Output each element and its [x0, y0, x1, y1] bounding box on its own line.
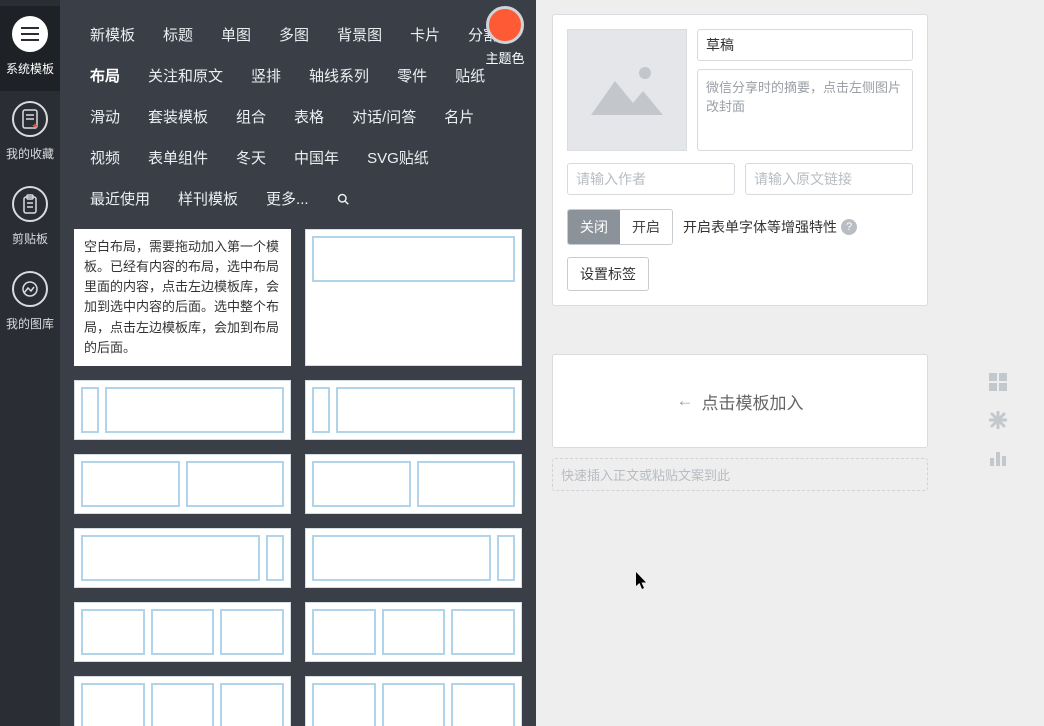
menu-item-4[interactable]: 背景图: [323, 14, 396, 55]
enhance-toggle[interactable]: 关闭 开启: [567, 209, 673, 245]
layout-template[interactable]: [305, 602, 522, 662]
author-input[interactable]: [567, 163, 735, 195]
layout-template[interactable]: [74, 602, 291, 662]
menu-item-23[interactable]: SVG贴纸: [353, 137, 443, 178]
rail-label: 系统模板: [6, 60, 54, 77]
menu-item-24[interactable]: 最近使用: [76, 178, 164, 219]
mouse-cursor-icon: [636, 572, 648, 590]
theme-color-label: 主题色: [474, 48, 536, 67]
layout-template[interactable]: [305, 454, 522, 514]
rail-item-my-favorites[interactable]: 我的收藏: [0, 91, 60, 176]
rail-label: 我的图库: [6, 315, 54, 332]
menu-item-13[interactable]: 滑动: [76, 96, 134, 137]
template-scroll[interactable]: 空白布局，需要拖动加入第一个模板。已经有内容的布局，选中布局里面的内容，点击左边…: [60, 223, 536, 726]
layout-template[interactable]: [74, 528, 291, 588]
search-icon[interactable]: [323, 178, 363, 219]
menu-item-9[interactable]: 竖排: [237, 55, 295, 96]
template-drop-zone[interactable]: ← 点击模板加入: [552, 354, 928, 448]
menu-item-3[interactable]: 多图: [265, 14, 323, 55]
menu-item-17[interactable]: 对话/问答: [338, 96, 430, 137]
menu-item-15[interactable]: 组合: [222, 96, 280, 137]
floating-tools: [988, 372, 1008, 468]
menu-item-20[interactable]: 表单组件: [134, 137, 222, 178]
toggle-off-button[interactable]: 关闭: [568, 210, 620, 244]
layout-template[interactable]: [305, 676, 522, 726]
theme-color-swatch: [486, 6, 524, 44]
layout-template[interactable]: [74, 676, 291, 726]
menu-item-11[interactable]: 零件: [383, 55, 441, 96]
category-menu: 新模板标题单图多图背景图卡片分割线布局关注和原文竖排轴线系列零件贴纸滑动套装模板…: [60, 0, 536, 223]
summary-input[interactable]: 微信分享时的摘要，点击左侧图片改封面: [697, 69, 913, 151]
layout-template[interactable]: [305, 528, 522, 588]
asterisk-icon[interactable]: [988, 410, 1008, 430]
menu-item-0[interactable]: 新模板: [76, 14, 149, 55]
source-link-input[interactable]: [745, 163, 913, 195]
help-icon[interactable]: ?: [841, 219, 857, 235]
image-icon: [12, 271, 48, 307]
toggle-on-button[interactable]: 开启: [620, 210, 672, 244]
menu-item-21[interactable]: 冬天: [222, 137, 280, 178]
template-grid: 空白布局，需要拖动加入第一个模板。已经有内容的布局，选中布局里面的内容，点击左边…: [74, 229, 522, 726]
template-panel: 新模板标题单图多图背景图卡片分割线布局关注和原文竖排轴线系列零件贴纸滑动套装模板…: [60, 0, 536, 726]
title-input[interactable]: [697, 29, 913, 61]
layout-template[interactable]: [74, 380, 291, 440]
lines-icon: [12, 16, 48, 52]
rail-item-my-images[interactable]: 我的图库: [0, 261, 60, 346]
menu-item-26[interactable]: 更多...: [252, 178, 323, 219]
menu-item-16[interactable]: 表格: [280, 96, 338, 137]
arrow-left-icon: ←: [677, 391, 694, 411]
rail-item-clipboard[interactable]: 剪贴板: [0, 176, 60, 261]
left-rail: 系统模板 我的收藏 剪贴板 我的图库: [0, 0, 60, 726]
layout-template[interactable]: [305, 380, 522, 440]
menu-item-8[interactable]: 关注和原文: [134, 55, 237, 96]
bar-chart-icon[interactable]: [988, 448, 1008, 468]
doc-star-icon: [12, 101, 48, 137]
enhance-toggle-label: 开启表单字体等增强特性 ?: [683, 217, 857, 237]
rail-label: 剪贴板: [12, 230, 48, 247]
grid-view-icon[interactable]: [988, 372, 1008, 392]
editor-area: 微信分享时的摘要，点击左侧图片改封面 关闭 开启 开启表单字体等增强特性 ? 设…: [552, 14, 928, 491]
menu-item-14[interactable]: 套装模板: [134, 96, 222, 137]
article-meta-card: 微信分享时的摘要，点击左侧图片改封面 关闭 开启 开启表单字体等增强特性 ? 设…: [552, 14, 928, 306]
menu-item-18[interactable]: 名片: [430, 96, 488, 137]
menu-item-10[interactable]: 轴线系列: [295, 55, 383, 96]
theme-color-badge[interactable]: 主题色: [474, 0, 536, 73]
cover-image-placeholder[interactable]: [567, 29, 687, 151]
menu-item-5[interactable]: 卡片: [396, 14, 454, 55]
layout-description: 空白布局，需要拖动加入第一个模板。已经有内容的布局，选中布局里面的内容，点击左边…: [74, 229, 291, 366]
menu-item-2[interactable]: 单图: [207, 14, 265, 55]
quick-insert-input[interactable]: 快速插入正文或粘贴文案到此: [552, 458, 928, 491]
layout-template[interactable]: [74, 454, 291, 514]
menu-item-7[interactable]: 布局: [76, 55, 134, 96]
menu-item-19[interactable]: 视频: [76, 137, 134, 178]
menu-item-22[interactable]: 中国年: [280, 137, 353, 178]
menu-item-1[interactable]: 标题: [149, 14, 207, 55]
drop-hint-text: 点击模板加入: [702, 389, 804, 414]
menu-item-25[interactable]: 样刊模板: [164, 178, 252, 219]
layout-template[interactable]: [305, 229, 522, 366]
rail-item-system-templates[interactable]: 系统模板: [0, 6, 60, 91]
rail-label: 我的收藏: [6, 145, 54, 162]
set-tags-button[interactable]: 设置标签: [567, 257, 649, 291]
clipboard-icon: [12, 186, 48, 222]
